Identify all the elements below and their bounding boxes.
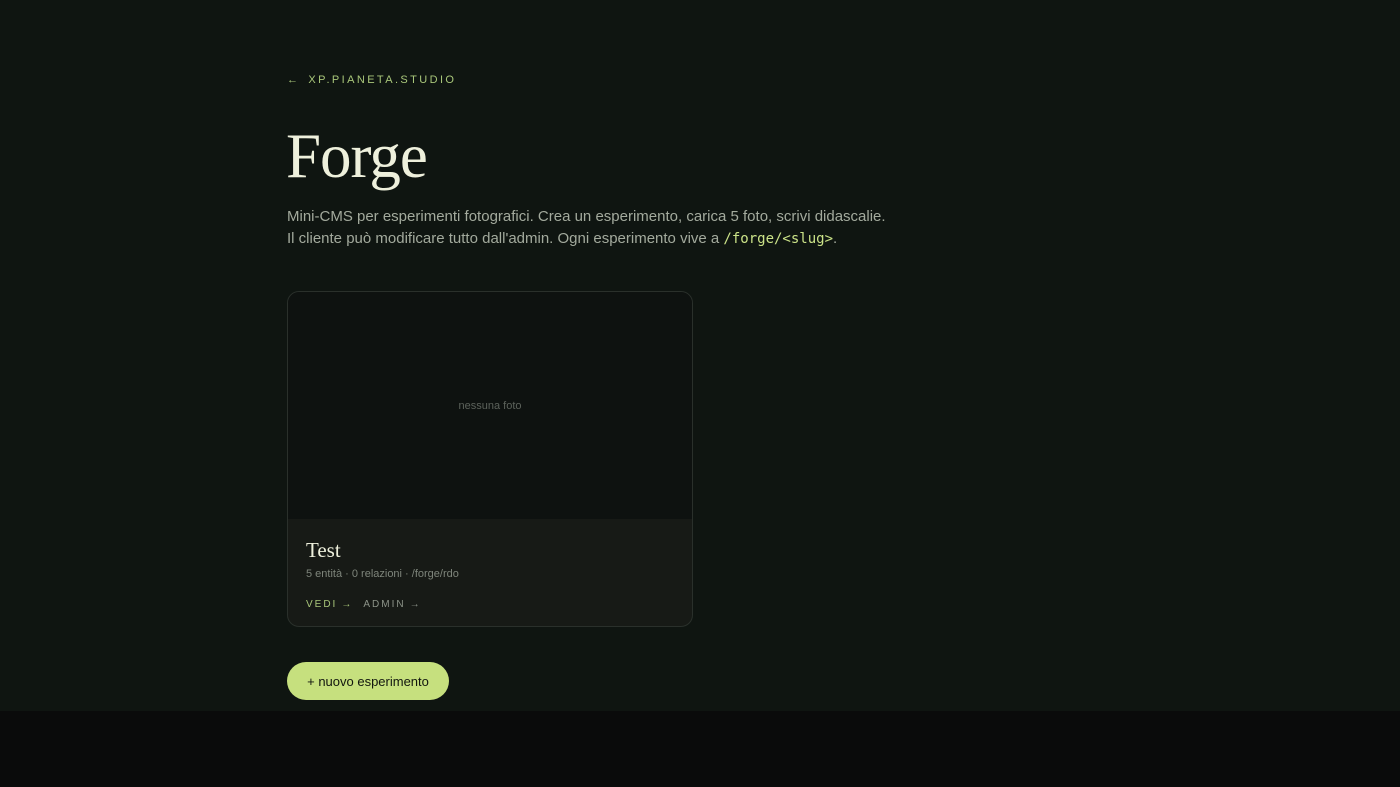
view-link-label: VEDI bbox=[306, 599, 338, 610]
card-links: VEDI → ADMIN → bbox=[306, 599, 674, 610]
new-experiment-button[interactable]: + nuovo esperimento bbox=[287, 662, 449, 700]
arrow-right-icon: → bbox=[409, 599, 420, 610]
arrow-right-icon: → bbox=[341, 599, 352, 610]
back-link[interactable]: ← XP.PIANETA.STUDIO bbox=[287, 74, 456, 86]
page-title: Forge bbox=[286, 121, 428, 191]
photo-placeholder: nessuna foto bbox=[458, 399, 522, 412]
intro-end: . bbox=[833, 230, 838, 247]
card-body: Test 5 entità · 0 relazioni · /forge/rdo… bbox=[288, 519, 692, 610]
card-meta: 5 entità · 0 relazioni · /forge/rdo bbox=[306, 568, 459, 580]
back-link-label: XP.PIANETA.STUDIO bbox=[308, 74, 457, 86]
slug-path: /forge/<slug> bbox=[723, 231, 833, 247]
admin-link-label: ADMIN bbox=[363, 599, 406, 610]
experiment-card[interactable]: nessuna foto Test 5 entità · 0 relazioni… bbox=[287, 291, 693, 627]
page-intro: Mini-CMS per esperimenti fotografici. Cr… bbox=[287, 206, 887, 250]
card-title: Test bbox=[306, 538, 341, 562]
card-photo[interactable]: nessuna foto bbox=[288, 292, 692, 519]
page: ← XP.PIANETA.STUDIO Forge Mini-CMS per es… bbox=[0, 0, 1400, 711]
view-link[interactable]: VEDI → bbox=[306, 599, 351, 610]
arrow-left-icon: ← bbox=[287, 74, 301, 86]
admin-link[interactable]: ADMIN → bbox=[363, 599, 419, 610]
